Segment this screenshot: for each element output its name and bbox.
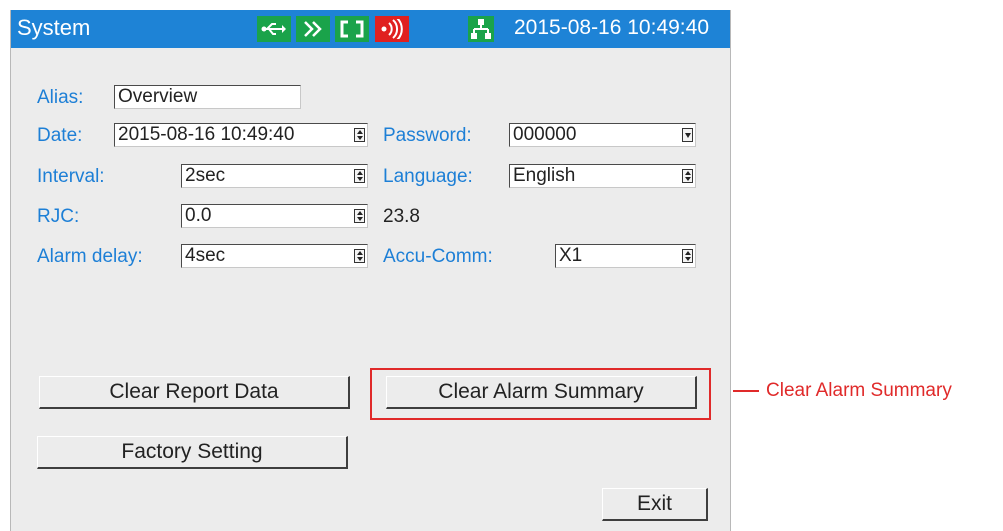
callout-label: Clear Alarm Summary <box>766 380 952 401</box>
date-value: 2015-08-16 10:49:40 <box>118 124 295 145</box>
date-field[interactable]: 2015-08-16 10:49:40 <box>114 123 368 147</box>
accu-comm-field[interactable]: X1 <box>555 244 696 268</box>
password-label: Password: <box>383 125 472 146</box>
clear-alarm-highlight-box <box>370 368 711 420</box>
language-value: English <box>513 165 576 186</box>
usb-icon <box>257 16 291 42</box>
rjc-value: 0.0 <box>185 205 212 226</box>
rjc-field[interactable]: 0.0 <box>181 204 368 228</box>
rjc-label: RJC: <box>37 206 80 227</box>
accu-comm-value: X1 <box>559 245 583 266</box>
alias-field[interactable]: Overview <box>114 85 301 109</box>
alarm-delay-field[interactable]: 4sec <box>181 244 368 268</box>
accu-comm-label: Accu-Comm: <box>383 246 493 267</box>
network-icon <box>468 16 494 42</box>
password-value: 000000 <box>513 124 577 145</box>
clear-report-data-button[interactable]: Clear Report Data <box>39 376 350 409</box>
interval-label: Interval: <box>37 166 105 187</box>
forward-arrows-icon <box>296 16 330 42</box>
alarm-delay-value: 4sec <box>185 245 226 266</box>
bracket-icon <box>335 16 369 42</box>
title-datetime: 2015-08-16 10:49:40 <box>514 16 709 39</box>
screen-title: System <box>17 15 91 40</box>
password-dropdown-icon[interactable] <box>682 128 693 142</box>
language-field[interactable]: English <box>509 164 696 188</box>
date-label: Date: <box>37 125 83 146</box>
interval-field[interactable]: 2sec <box>181 164 368 188</box>
exit-button[interactable]: Exit <box>602 488 708 521</box>
interval-value: 2sec <box>185 165 226 186</box>
accu-comm-spinner-icon[interactable] <box>682 249 693 263</box>
interval-spinner-icon[interactable] <box>354 169 365 183</box>
alarm-delay-label: Alarm delay: <box>37 246 143 267</box>
factory-setting-button[interactable]: Factory Setting <box>37 436 348 469</box>
system-screen: System 2015-08-16 10:49:40 Alias: Overvi… <box>10 10 731 531</box>
alarm-delay-spinner-icon[interactable] <box>354 249 365 263</box>
rjc-spinner-icon[interactable] <box>354 209 365 223</box>
rjc-reading: 23.8 <box>383 206 420 227</box>
language-spinner-icon[interactable] <box>682 169 693 183</box>
language-label: Language: <box>383 166 473 187</box>
password-field[interactable]: 000000 <box>509 123 696 147</box>
alias-value: Overview <box>118 86 198 107</box>
title-bar: System 2015-08-16 10:49:40 <box>11 10 730 48</box>
wireless-signal-icon <box>375 16 409 42</box>
callout-line <box>733 390 759 392</box>
date-spinner-icon[interactable] <box>354 128 365 142</box>
alias-label: Alias: <box>37 87 84 108</box>
